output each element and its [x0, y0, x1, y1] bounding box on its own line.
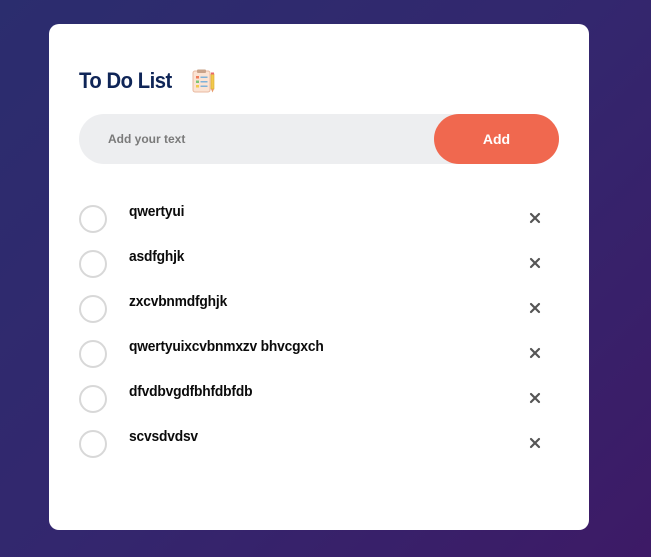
- task-text[interactable]: asdfghjk: [129, 248, 525, 265]
- task-text[interactable]: scvsdvdsv: [129, 428, 525, 445]
- add-button[interactable]: Add: [434, 114, 559, 164]
- circle-checkbox-icon[interactable]: [79, 204, 107, 233]
- list-item: qwertyui: [79, 196, 559, 241]
- circle-checkbox-icon[interactable]: [79, 429, 107, 458]
- list-item: dfvdbvgdfbhfdbfdb: [79, 376, 559, 421]
- close-icon[interactable]: [525, 420, 545, 465]
- task-list: qwertyui asdfghjk zxcvbnmdfghjk qwertyui…: [79, 196, 559, 466]
- close-icon[interactable]: [525, 195, 545, 240]
- add-task-bar: Add: [79, 114, 559, 164]
- circle-checkbox-icon[interactable]: [79, 384, 107, 413]
- close-icon[interactable]: [525, 240, 545, 285]
- task-text[interactable]: qwertyui: [129, 203, 525, 220]
- close-icon[interactable]: [525, 330, 545, 375]
- list-item: asdfghjk: [79, 241, 559, 286]
- list-item: zxcvbnmdfghjk: [79, 286, 559, 331]
- task-text[interactable]: dfvdbvgdfbhfdbfdb: [129, 383, 525, 400]
- todo-card: To Do List Add qwertyui: [49, 24, 589, 530]
- circle-checkbox-icon[interactable]: [79, 294, 107, 323]
- list-item: scvsdvdsv: [79, 421, 559, 466]
- close-icon[interactable]: [525, 375, 545, 420]
- list-item: qwertyuixcvbnmxzv bhvcgxch: [79, 331, 559, 376]
- circle-checkbox-icon[interactable]: [79, 339, 107, 368]
- circle-checkbox-icon[interactable]: [79, 249, 107, 278]
- header: To Do List: [79, 66, 216, 96]
- task-input[interactable]: [79, 114, 429, 164]
- task-text[interactable]: qwertyuixcvbnmxzv bhvcgxch: [129, 338, 525, 355]
- task-text[interactable]: zxcvbnmdfghjk: [129, 293, 525, 310]
- notepad-checklist-icon: [190, 68, 216, 94]
- page-title: To Do List: [79, 68, 172, 93]
- close-icon[interactable]: [525, 285, 545, 330]
